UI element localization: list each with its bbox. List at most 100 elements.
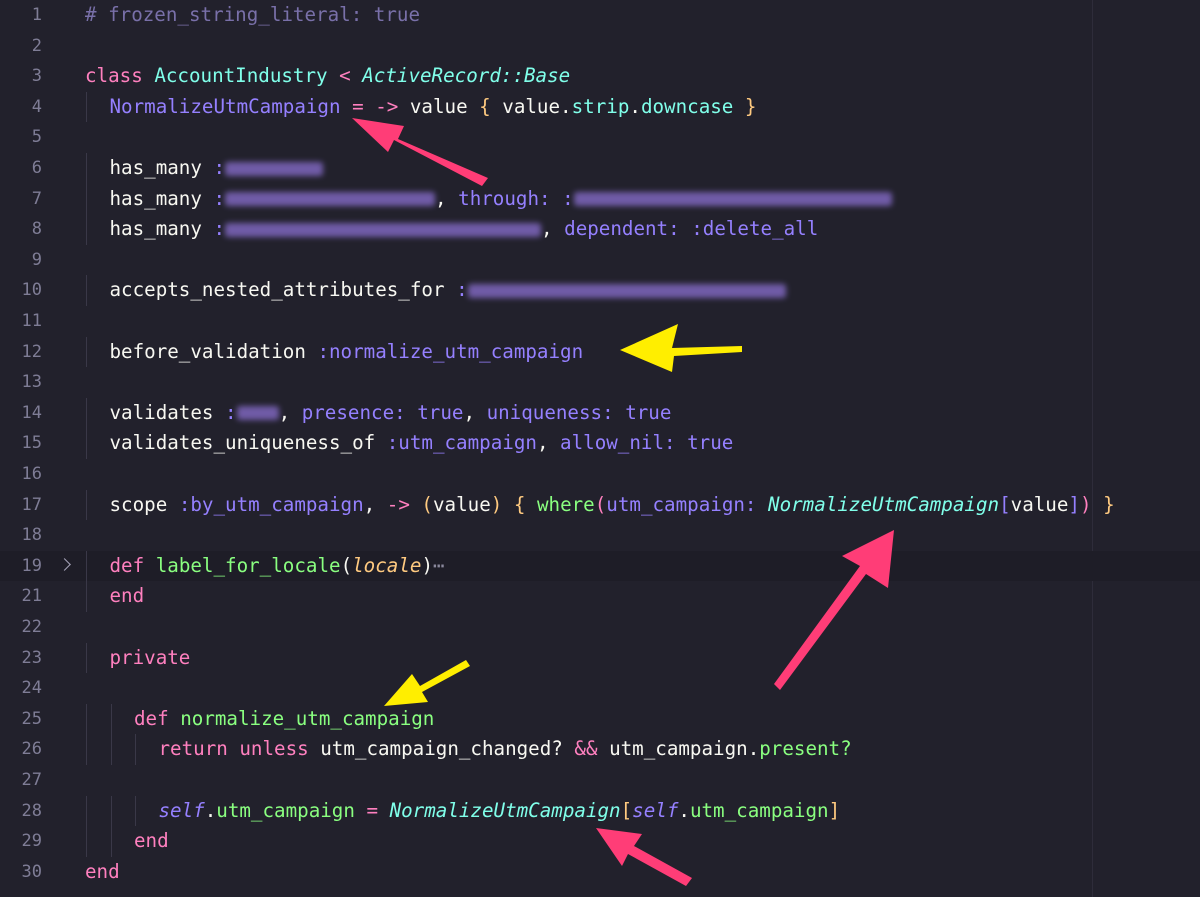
line-number: 24 (21, 678, 42, 699)
code-line[interactable]: 4 NormalizeUtmCampaign = -> value { value… (0, 91, 1200, 123)
code-text: validates :, presence: true, uniqueness:… (110, 398, 672, 429)
code-token: through: (458, 186, 563, 210)
indent-guide (86, 550, 87, 582)
redacted-text (225, 222, 542, 237)
code-token: , (363, 492, 387, 516)
code-token: dependent: (564, 217, 692, 241)
code-editor[interactable]: 1 # frozen_string_literal: true 2 3 class Ac… (0, 0, 1200, 897)
code-line[interactable]: 10 accepts_nested_attributes_for : (0, 275, 1200, 306)
code-token: return (158, 737, 240, 761)
code-token: NormalizeUtmCampaign (109, 94, 341, 118)
code-token: . (560, 94, 572, 118)
code-token: : (213, 186, 226, 210)
code-token: . (204, 798, 217, 822)
code-line[interactable]: 23 private (0, 642, 1200, 674)
code-line[interactable]: 11 (0, 306, 1200, 337)
line-number: 3 (31, 66, 42, 87)
code-line[interactable]: 17 scope :by_utm_campaign, -> (value) { w… (0, 489, 1200, 521)
indent-guide (86, 91, 87, 123)
code-token: = (340, 94, 376, 118)
line-number: 25 (21, 708, 42, 729)
code-line[interactable]: 6 has_many : (0, 153, 1200, 184)
code-line[interactable]: 7 has_many :, through: : (0, 183, 1200, 215)
code-line[interactable]: 28 self.utm_campaign = NormalizeUtmCampai… (0, 795, 1200, 827)
code-token: class (85, 64, 155, 88)
code-token: utm_campaign (689, 798, 829, 822)
code-token: utm_campaign (609, 737, 748, 761)
code-line[interactable]: 19 def label_for_locale(locale)⋯ (0, 550, 1200, 582)
fold-chevron-icon[interactable] (58, 557, 71, 571)
code-token: end (134, 829, 169, 853)
indent-guide (86, 642, 87, 674)
line-number: 13 (21, 372, 42, 393)
code-text: # frozen_string_literal: true (85, 0, 420, 31)
code-token: strip (571, 94, 630, 118)
line-number: 14 (21, 402, 42, 423)
code-line[interactable]: 15 validates_uniqueness_of :utm_campaign,… (0, 428, 1200, 459)
code-line[interactable]: 8 has_many :, dependent: :delete_all (0, 214, 1200, 245)
code-token: ) (1079, 492, 1092, 516)
code-line[interactable]: 26 return unless utm_campaign_changed? &&… (0, 734, 1200, 765)
line-number: 6 (31, 158, 42, 178)
code-token: def (134, 706, 181, 730)
code-line[interactable]: 13 (0, 367, 1200, 398)
code-token: true (417, 400, 464, 424)
code-token: has_many (109, 186, 214, 210)
code-line[interactable]: 1 # frozen_string_literal: true (0, 0, 1200, 31)
code-token: NormalizeUtmCampaign (389, 798, 621, 822)
code-text: end (85, 857, 120, 888)
indent-guide (135, 734, 136, 765)
code-line[interactable]: 14 validates :, presence: true, uniquenes… (0, 397, 1200, 429)
code-token: value (1010, 492, 1069, 516)
code-line[interactable]: 25 def normalize_utm_campaign (0, 703, 1200, 735)
code-token: , (536, 431, 561, 455)
code-token: utm_campaign_changed? (320, 737, 575, 761)
code-token: { (502, 492, 537, 516)
code-text: def label_for_locale(locale)⋯ (110, 551, 445, 582)
code-line[interactable]: 29 end (0, 826, 1200, 857)
line-number: 9 (31, 249, 42, 270)
code-token: utm_campaign: (606, 492, 769, 516)
line-number: 7 (31, 188, 42, 209)
code-line[interactable]: 3 class AccountIndustry < ActiveRecord::B… (0, 61, 1200, 92)
code-token: :by_utm_campaign (178, 492, 364, 516)
code-token: # frozen_string_literal: true (85, 3, 421, 26)
code-line[interactable]: 18 (0, 520, 1200, 551)
code-line[interactable]: 9 (0, 245, 1200, 276)
code-text: has_many : (110, 153, 324, 184)
code-line[interactable]: 2 (0, 31, 1200, 62)
code-line[interactable]: 30 end (0, 857, 1200, 888)
code-line[interactable]: 5 (0, 122, 1200, 153)
code-token: value (432, 492, 491, 516)
code-text: NormalizeUtmCampaign = -> value { value.… (110, 92, 757, 123)
line-number: 10 (21, 280, 42, 301)
code-line[interactable]: 24 (0, 673, 1200, 704)
code-token: . (629, 94, 641, 118)
code-token: private (109, 645, 191, 669)
line-number: 5 (31, 127, 42, 148)
code-line[interactable]: 12 before_validation :normalize_utm_campa… (0, 336, 1200, 368)
code-line[interactable]: 21 end (0, 581, 1200, 612)
code-token: where (536, 492, 595, 516)
line-number: 4 (31, 96, 42, 117)
line-number: 2 (31, 35, 42, 56)
code-token: ] (828, 798, 841, 822)
code-token: :normalize_utm_campaign (317, 339, 584, 363)
line-number: 12 (21, 341, 42, 362)
code-token: :delete_all (691, 217, 819, 241)
code-text: has_many :, through: : (110, 184, 892, 215)
code-line[interactable]: 27 (0, 765, 1200, 796)
code-text: return unless utm_campaign_changed? && u… (159, 734, 852, 765)
line-number: 18 (21, 525, 42, 546)
code-text: validates_uniqueness_of :utm_campaign, a… (110, 428, 734, 459)
redacted-text (573, 192, 892, 207)
code-line[interactable]: 16 (0, 459, 1200, 490)
code-token: normalize_utm_campaign (180, 706, 435, 730)
indent-guide (86, 489, 87, 521)
indent-guide (86, 397, 87, 429)
code-token: : (213, 156, 226, 179)
indent-guide (110, 795, 112, 827)
line-number: 26 (21, 739, 42, 760)
code-token: true (687, 431, 734, 455)
code-line[interactable]: 22 (0, 612, 1200, 643)
